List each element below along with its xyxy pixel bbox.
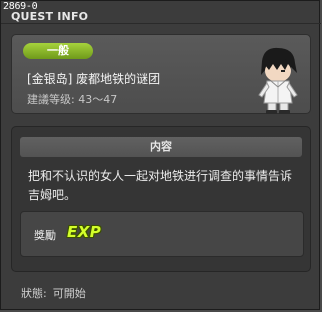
- quest-summary-card: 一般 [金银岛] 废都地铁的谜团 建議等级: 43～47: [11, 34, 311, 114]
- quest-level: 建議等级: 43～47: [27, 93, 118, 106]
- quest-info-window: 2869-0 QUEST INFO 一般 [金银岛] 废都地铁的谜团 建議等级:…: [0, 0, 321, 310]
- status-value: 可開始: [52, 287, 86, 300]
- exp-icon: EXP: [67, 223, 102, 241]
- window-title: QUEST INFO: [11, 10, 89, 23]
- reward-box: 獎勵 EXP: [20, 211, 304, 257]
- category-badge: 一般: [23, 43, 93, 59]
- npc-portrait-icon: [242, 43, 310, 115]
- content-text: 把和不认识的女人一起对地铁进行调查的事情告诉吉姆吧。: [28, 169, 293, 202]
- quest-name: [金银岛] 废都地铁的谜团: [27, 72, 161, 86]
- content-header: 内容: [20, 137, 302, 157]
- status-label: 狀態:: [21, 287, 47, 300]
- quest-content-box: 内容 把和不认识的女人一起对地铁进行调查的事情告诉吉姆吧。 獎勵 EXP: [11, 126, 311, 272]
- title-divider: [1, 23, 321, 24]
- status-bar: 狀態: 可開始: [21, 285, 86, 301]
- reward-label: 獎勵: [34, 229, 56, 242]
